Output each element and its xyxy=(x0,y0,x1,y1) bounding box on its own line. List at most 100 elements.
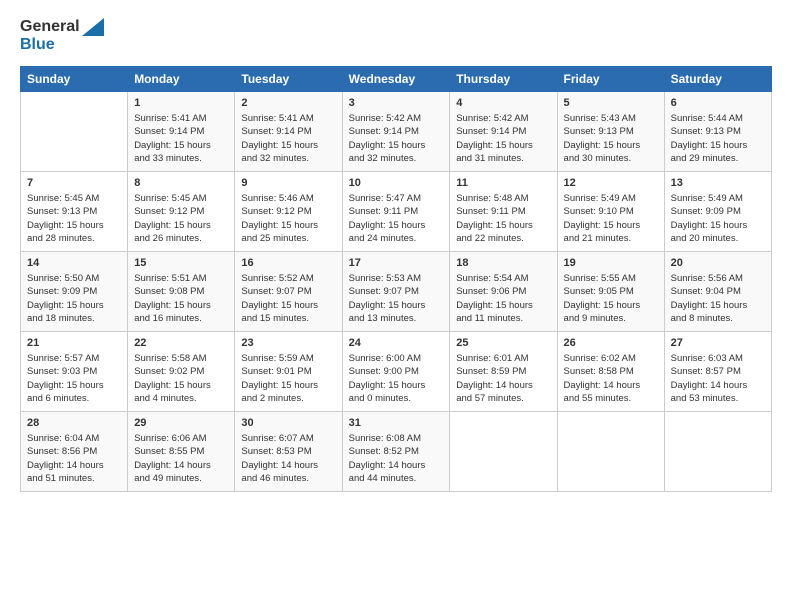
day-info: Sunrise: 5:42 AM Sunset: 9:14 PM Dayligh… xyxy=(456,112,550,165)
day-number: 21 xyxy=(27,336,121,351)
calendar-cell: 14Sunrise: 5:50 AM Sunset: 9:09 PM Dayli… xyxy=(21,251,128,331)
calendar-cell: 8Sunrise: 5:45 AM Sunset: 9:12 PM Daylig… xyxy=(128,171,235,251)
day-number: 2 xyxy=(241,96,335,111)
day-number: 22 xyxy=(134,336,228,351)
week-row-1: 1Sunrise: 5:41 AM Sunset: 9:14 PM Daylig… xyxy=(21,91,772,171)
calendar-table: SundayMondayTuesdayWednesdayThursdayFrid… xyxy=(20,66,772,492)
calendar-cell: 2Sunrise: 5:41 AM Sunset: 9:14 PM Daylig… xyxy=(235,91,342,171)
week-row-5: 28Sunrise: 6:04 AM Sunset: 8:56 PM Dayli… xyxy=(21,411,772,491)
calendar-cell: 18Sunrise: 5:54 AM Sunset: 9:06 PM Dayli… xyxy=(450,251,557,331)
day-number: 20 xyxy=(671,256,765,271)
day-number: 3 xyxy=(349,96,444,111)
day-number: 16 xyxy=(241,256,335,271)
day-info: Sunrise: 5:51 AM Sunset: 9:08 PM Dayligh… xyxy=(134,272,228,325)
calendar-header-row: SundayMondayTuesdayWednesdayThursdayFrid… xyxy=(21,66,772,91)
day-info: Sunrise: 5:58 AM Sunset: 9:02 PM Dayligh… xyxy=(134,352,228,405)
logo-general-text: General xyxy=(20,18,80,36)
calendar-cell: 13Sunrise: 5:49 AM Sunset: 9:09 PM Dayli… xyxy=(664,171,771,251)
logo-arrow-icon xyxy=(82,18,104,36)
day-number: 30 xyxy=(241,416,335,431)
day-info: Sunrise: 5:46 AM Sunset: 9:12 PM Dayligh… xyxy=(241,192,335,245)
day-number: 4 xyxy=(456,96,550,111)
day-number: 15 xyxy=(134,256,228,271)
day-info: Sunrise: 6:07 AM Sunset: 8:53 PM Dayligh… xyxy=(241,432,335,485)
day-info: Sunrise: 5:42 AM Sunset: 9:14 PM Dayligh… xyxy=(349,112,444,165)
calendar-cell: 12Sunrise: 5:49 AM Sunset: 9:10 PM Dayli… xyxy=(557,171,664,251)
day-number: 12 xyxy=(564,176,658,191)
calendar-cell: 16Sunrise: 5:52 AM Sunset: 9:07 PM Dayli… xyxy=(235,251,342,331)
week-row-4: 21Sunrise: 5:57 AM Sunset: 9:03 PM Dayli… xyxy=(21,331,772,411)
day-header-friday: Friday xyxy=(557,66,664,91)
day-info: Sunrise: 5:59 AM Sunset: 9:01 PM Dayligh… xyxy=(241,352,335,405)
day-number: 23 xyxy=(241,336,335,351)
day-info: Sunrise: 5:48 AM Sunset: 9:11 PM Dayligh… xyxy=(456,192,550,245)
day-info: Sunrise: 6:00 AM Sunset: 9:00 PM Dayligh… xyxy=(349,352,444,405)
day-info: Sunrise: 5:43 AM Sunset: 9:13 PM Dayligh… xyxy=(564,112,658,165)
calendar-cell: 31Sunrise: 6:08 AM Sunset: 8:52 PM Dayli… xyxy=(342,411,450,491)
day-number: 10 xyxy=(349,176,444,191)
calendar-cell: 20Sunrise: 5:56 AM Sunset: 9:04 PM Dayli… xyxy=(664,251,771,331)
calendar-cell: 22Sunrise: 5:58 AM Sunset: 9:02 PM Dayli… xyxy=(128,331,235,411)
day-info: Sunrise: 5:41 AM Sunset: 9:14 PM Dayligh… xyxy=(241,112,335,165)
calendar-cell: 25Sunrise: 6:01 AM Sunset: 8:59 PM Dayli… xyxy=(450,331,557,411)
day-number: 14 xyxy=(27,256,121,271)
day-info: Sunrise: 6:04 AM Sunset: 8:56 PM Dayligh… xyxy=(27,432,121,485)
calendar-cell xyxy=(557,411,664,491)
day-info: Sunrise: 5:50 AM Sunset: 9:09 PM Dayligh… xyxy=(27,272,121,325)
header: General Blue xyxy=(20,18,772,54)
calendar-cell: 3Sunrise: 5:42 AM Sunset: 9:14 PM Daylig… xyxy=(342,91,450,171)
day-info: Sunrise: 5:45 AM Sunset: 9:13 PM Dayligh… xyxy=(27,192,121,245)
day-header-tuesday: Tuesday xyxy=(235,66,342,91)
day-info: Sunrise: 5:52 AM Sunset: 9:07 PM Dayligh… xyxy=(241,272,335,325)
calendar-cell: 23Sunrise: 5:59 AM Sunset: 9:01 PM Dayli… xyxy=(235,331,342,411)
logo-wordmark: General Blue xyxy=(20,18,104,54)
day-info: Sunrise: 5:56 AM Sunset: 9:04 PM Dayligh… xyxy=(671,272,765,325)
day-number: 25 xyxy=(456,336,550,351)
calendar-cell: 19Sunrise: 5:55 AM Sunset: 9:05 PM Dayli… xyxy=(557,251,664,331)
day-number: 18 xyxy=(456,256,550,271)
day-number: 28 xyxy=(27,416,121,431)
calendar-cell: 21Sunrise: 5:57 AM Sunset: 9:03 PM Dayli… xyxy=(21,331,128,411)
day-info: Sunrise: 6:01 AM Sunset: 8:59 PM Dayligh… xyxy=(456,352,550,405)
day-info: Sunrise: 5:57 AM Sunset: 9:03 PM Dayligh… xyxy=(27,352,121,405)
day-info: Sunrise: 5:41 AM Sunset: 9:14 PM Dayligh… xyxy=(134,112,228,165)
calendar-cell: 4Sunrise: 5:42 AM Sunset: 9:14 PM Daylig… xyxy=(450,91,557,171)
week-row-2: 7Sunrise: 5:45 AM Sunset: 9:13 PM Daylig… xyxy=(21,171,772,251)
day-info: Sunrise: 6:08 AM Sunset: 8:52 PM Dayligh… xyxy=(349,432,444,485)
calendar-cell: 17Sunrise: 5:53 AM Sunset: 9:07 PM Dayli… xyxy=(342,251,450,331)
calendar-cell: 28Sunrise: 6:04 AM Sunset: 8:56 PM Dayli… xyxy=(21,411,128,491)
day-info: Sunrise: 5:55 AM Sunset: 9:05 PM Dayligh… xyxy=(564,272,658,325)
day-info: Sunrise: 6:06 AM Sunset: 8:55 PM Dayligh… xyxy=(134,432,228,485)
day-number: 31 xyxy=(349,416,444,431)
day-number: 6 xyxy=(671,96,765,111)
logo-blue-text: Blue xyxy=(20,36,104,54)
logo: General Blue xyxy=(20,18,104,54)
day-number: 29 xyxy=(134,416,228,431)
day-info: Sunrise: 5:45 AM Sunset: 9:12 PM Dayligh… xyxy=(134,192,228,245)
calendar-cell: 1Sunrise: 5:41 AM Sunset: 9:14 PM Daylig… xyxy=(128,91,235,171)
day-info: Sunrise: 5:53 AM Sunset: 9:07 PM Dayligh… xyxy=(349,272,444,325)
day-number: 19 xyxy=(564,256,658,271)
calendar-cell: 15Sunrise: 5:51 AM Sunset: 9:08 PM Dayli… xyxy=(128,251,235,331)
day-info: Sunrise: 6:02 AM Sunset: 8:58 PM Dayligh… xyxy=(564,352,658,405)
day-info: Sunrise: 5:49 AM Sunset: 9:09 PM Dayligh… xyxy=(671,192,765,245)
day-info: Sunrise: 5:49 AM Sunset: 9:10 PM Dayligh… xyxy=(564,192,658,245)
day-number: 13 xyxy=(671,176,765,191)
day-number: 8 xyxy=(134,176,228,191)
day-header-thursday: Thursday xyxy=(450,66,557,91)
calendar-cell: 30Sunrise: 6:07 AM Sunset: 8:53 PM Dayli… xyxy=(235,411,342,491)
day-number: 26 xyxy=(564,336,658,351)
day-info: Sunrise: 5:44 AM Sunset: 9:13 PM Dayligh… xyxy=(671,112,765,165)
day-number: 27 xyxy=(671,336,765,351)
calendar-cell: 11Sunrise: 5:48 AM Sunset: 9:11 PM Dayli… xyxy=(450,171,557,251)
day-number: 17 xyxy=(349,256,444,271)
day-info: Sunrise: 6:03 AM Sunset: 8:57 PM Dayligh… xyxy=(671,352,765,405)
week-row-3: 14Sunrise: 5:50 AM Sunset: 9:09 PM Dayli… xyxy=(21,251,772,331)
calendar-cell: 29Sunrise: 6:06 AM Sunset: 8:55 PM Dayli… xyxy=(128,411,235,491)
day-number: 5 xyxy=(564,96,658,111)
day-info: Sunrise: 5:47 AM Sunset: 9:11 PM Dayligh… xyxy=(349,192,444,245)
day-header-sunday: Sunday xyxy=(21,66,128,91)
day-number: 9 xyxy=(241,176,335,191)
calendar-cell: 5Sunrise: 5:43 AM Sunset: 9:13 PM Daylig… xyxy=(557,91,664,171)
day-number: 1 xyxy=(134,96,228,111)
